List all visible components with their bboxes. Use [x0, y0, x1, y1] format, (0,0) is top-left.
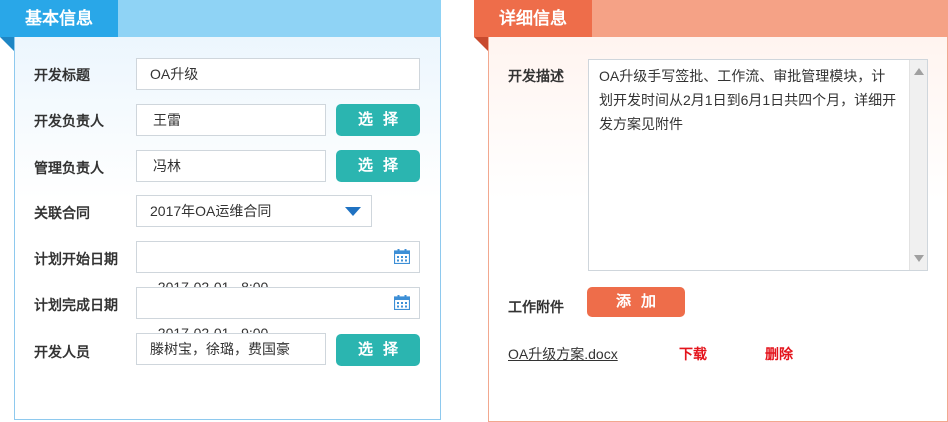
attachment-file-link[interactable]: OA升级方案.docx	[508, 344, 618, 364]
description-text: OA升级手写签批、工作流、审批管理模块，计划开发时间从2月1日到6月1日共四个月…	[599, 68, 897, 132]
attachment-label: 工作附件	[508, 299, 564, 315]
detail-info-title: 详细信息	[474, 0, 592, 37]
dev-owner-input[interactable]: 王雷	[136, 104, 326, 136]
select-dev-owner-button[interactable]: 选择	[336, 104, 420, 136]
description-scrollbar[interactable]	[909, 60, 927, 270]
dev-owner-label: 开发负责人	[34, 113, 104, 129]
select-mgmt-owner-button[interactable]: 选择	[336, 150, 420, 182]
description-label: 开发描述	[508, 68, 564, 84]
select-developers-button[interactable]: 选择	[336, 334, 420, 366]
contract-select-value: 2017年OA运维合同	[150, 203, 272, 219]
contract-label: 关联合同	[34, 205, 90, 221]
basic-info-tab: 基本信息	[0, 0, 441, 51]
plan-end-label: 计划完成日期	[34, 297, 118, 313]
detail-info-tab: 详细信息	[474, 0, 948, 51]
dev-title-label: 开发标题	[34, 67, 90, 83]
calendar-icon[interactable]	[394, 249, 410, 264]
basic-info-tab-fold	[0, 37, 14, 51]
delete-link[interactable]: 删除	[765, 344, 793, 364]
chevron-down-icon[interactable]	[345, 207, 361, 216]
download-link[interactable]: 下载	[679, 344, 707, 364]
plan-start-input[interactable]: 2017-02-01 8:00	[136, 241, 420, 295]
dev-title-input[interactable]: OA升级	[136, 58, 420, 90]
calendar-icon[interactable]	[394, 295, 410, 310]
plan-start-label: 计划开始日期	[34, 251, 118, 267]
plan-end-input[interactable]: 2017-02-01 9:00	[136, 287, 420, 341]
description-textarea[interactable]: OA升级手写签批、工作流、审批管理模块，计划开发时间从2月1日到6月1日共四个月…	[588, 59, 928, 271]
basic-info-title: 基本信息	[0, 0, 118, 37]
developers-input[interactable]: 滕树宝，徐璐，费国豪	[136, 333, 326, 365]
mgmt-owner-input[interactable]: 冯林	[136, 150, 326, 182]
scroll-up-arrow-icon[interactable]	[914, 68, 924, 75]
scroll-down-arrow-icon[interactable]	[914, 255, 924, 262]
contract-select[interactable]: 2017年OA运维合同	[136, 195, 372, 227]
developers-label: 开发人员	[34, 344, 90, 360]
add-attachment-button[interactable]: 添加	[587, 287, 685, 317]
detail-info-tab-fold	[474, 37, 488, 51]
mgmt-owner-label: 管理负责人	[34, 160, 104, 176]
